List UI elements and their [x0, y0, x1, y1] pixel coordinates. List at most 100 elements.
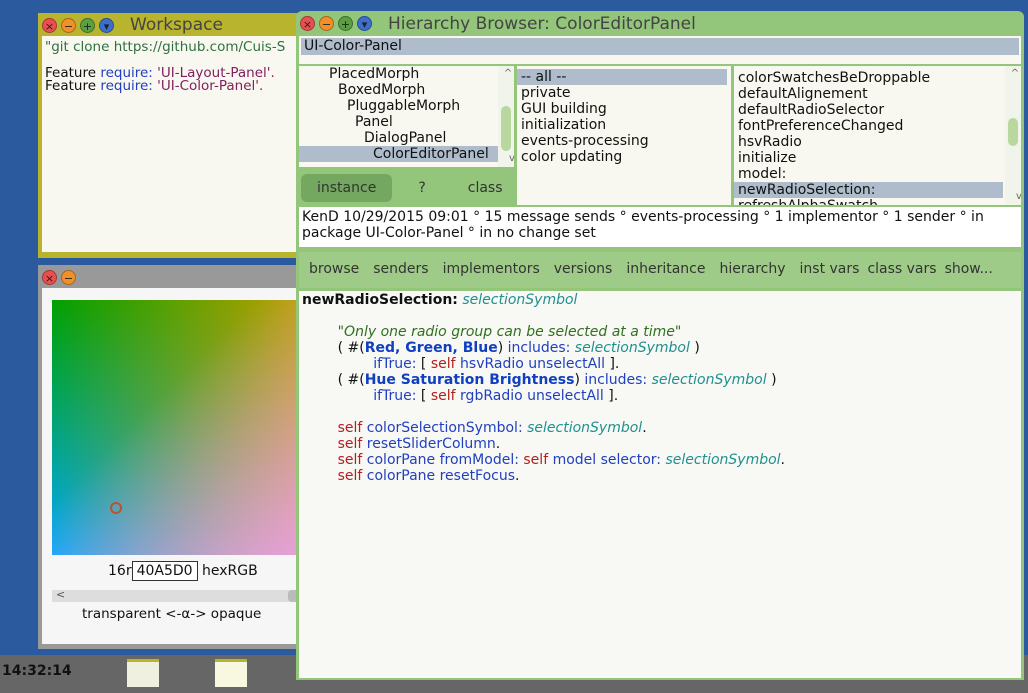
- class-hierarchy-list[interactable]: PlacedMorph BoxedMorph PluggableMorph Pa…: [299, 66, 514, 167]
- list-item[interactable]: BoxedMorph: [299, 82, 514, 98]
- list-item[interactable]: defaultRadioSelector: [734, 102, 1021, 118]
- alpha-slider[interactable]: <: [52, 588, 304, 602]
- implementors-button[interactable]: implementors: [443, 261, 540, 277]
- color-pane[interactable]: [52, 300, 304, 555]
- code-token: selectionSymbol: [665, 452, 781, 468]
- instance-toggle[interactable]: instance: [301, 173, 393, 202]
- maximize-icon[interactable]: +: [338, 16, 353, 31]
- info-line: package UI-Color-Panel ° in no change se…: [302, 225, 596, 241]
- code-token: colorSelectionSymbol:: [366, 420, 523, 436]
- code-token: Hue Saturation Brightness: [364, 372, 575, 388]
- browse-button[interactable]: browse: [309, 261, 359, 277]
- list-item[interactable]: color updating: [517, 149, 731, 165]
- workspace-window: × − + ▾ Workspace "git clone https://github…: [38, 13, 300, 258]
- workspace-text[interactable]: "git clone https://github.com/Cuis-S Fea…: [42, 36, 300, 252]
- color-editor-titlebar[interactable]: × −: [38, 265, 300, 289]
- hierarchy-button[interactable]: hierarchy: [720, 261, 786, 277]
- category-list[interactable]: -- all -- private GUI building initializ…: [517, 66, 731, 205]
- code-token: colorPane resetFocus: [366, 468, 516, 484]
- minimize-icon[interactable]: −: [319, 16, 334, 31]
- inst-vars-button[interactable]: inst vars: [800, 261, 860, 277]
- code-token: rgbRadio unselectAll: [460, 388, 604, 404]
- list-item[interactable]: defaultAlignement: [734, 86, 1021, 102]
- window-title: Workspace: [130, 15, 223, 35]
- menu-icon[interactable]: ▾: [357, 16, 372, 31]
- versions-button[interactable]: versions: [554, 261, 613, 277]
- code-token: self: [337, 468, 363, 484]
- alpha-label: transparent <-α-> opaque: [82, 606, 262, 622]
- code-token: ifTrue:: [373, 356, 417, 372]
- maximize-icon[interactable]: +: [80, 17, 95, 33]
- list-item-selected[interactable]: -- all --: [517, 69, 727, 85]
- color-picker-marker[interactable]: [110, 502, 122, 514]
- list-item[interactable]: colorSwatchesBeDroppable: [734, 70, 1021, 86]
- list-item[interactable]: DialogPanel: [299, 130, 514, 146]
- inheritance-button[interactable]: inheritance: [626, 261, 705, 277]
- list-item[interactable]: PlacedMorph: [299, 66, 514, 82]
- code-token: colorPane fromModel:: [366, 452, 519, 468]
- list-item[interactable]: fontPreferenceChanged: [734, 118, 1021, 134]
- code-token: require:: [100, 78, 153, 94]
- list-item[interactable]: private: [517, 85, 731, 101]
- minimize-icon[interactable]: −: [61, 17, 76, 33]
- hex-prefix: 16r: [108, 563, 132, 579]
- hex-input[interactable]: 40A5D0: [131, 561, 198, 581]
- senders-button[interactable]: senders: [373, 261, 428, 277]
- code-token: includes:: [584, 372, 648, 388]
- show-button[interactable]: show...: [945, 261, 993, 277]
- list-item[interactable]: events-processing: [517, 133, 731, 149]
- code-token: Red, Green, Blue: [364, 340, 498, 356]
- browser-titlebar[interactable]: × − + ▾ Hierarchy Browser: ColorEditorPanel: [296, 11, 1024, 36]
- info-line: KenD 10/29/2015 09:01 ° 15 message sends…: [302, 209, 984, 225]
- code-token: self: [523, 452, 549, 468]
- code-token: resetSliderColumn: [366, 436, 496, 452]
- hierarchy-browser-window: × − + ▾ Hierarchy Browser: ColorEditorPanel…: [296, 11, 1024, 680]
- code-token: Feature: [45, 78, 97, 94]
- code-editor[interactable]: newRadioSelection: selectionSymbol "Only…: [299, 291, 1021, 678]
- code-token: ifTrue:: [373, 388, 417, 404]
- hex-suffix: hexRGB: [202, 563, 258, 579]
- list-item-selected[interactable]: ColorEditorPanel: [299, 146, 498, 162]
- close-icon[interactable]: ×: [300, 16, 315, 31]
- color-editor-window: × − 16r 40A5D0 hexRGB < transparent <-α-> …: [38, 265, 304, 649]
- class-toggle[interactable]: class: [468, 180, 503, 196]
- code-token: self: [337, 420, 363, 436]
- color-editor-body: 16r 40A5D0 hexRGB < transparent <-α-> opa…: [42, 288, 304, 644]
- close-icon[interactable]: ×: [42, 269, 57, 285]
- code-token: selectionSymbol: [651, 372, 767, 388]
- code-token: model selector:: [552, 452, 662, 468]
- code-token: includes:: [507, 340, 571, 356]
- list-item[interactable]: initialization: [517, 117, 731, 133]
- code-token: selectionSymbol: [574, 340, 690, 356]
- menu-icon[interactable]: ▾: [99, 17, 114, 33]
- package-field[interactable]: UI-Color-Panel: [301, 38, 1019, 55]
- taskbar-thumb-workspace[interactable]: [215, 659, 247, 687]
- list-item[interactable]: Panel: [299, 114, 514, 130]
- list-item[interactable]: model:: [734, 166, 1021, 182]
- code-token: 'UI-Color-Panel'.: [157, 78, 264, 94]
- class-vars-button[interactable]: class vars: [867, 261, 936, 277]
- help-toggle[interactable]: ?: [418, 180, 425, 196]
- list-item[interactable]: GUI building: [517, 101, 731, 117]
- list-item-selected[interactable]: newRadioSelection:: [734, 182, 1003, 198]
- workspace-titlebar[interactable]: × − + ▾ Workspace: [38, 13, 300, 37]
- chevron-left-icon[interactable]: <: [56, 588, 65, 601]
- scrollbar[interactable]: ^ v: [1005, 66, 1021, 205]
- close-icon[interactable]: ×: [42, 17, 57, 33]
- code-token: self: [430, 388, 456, 404]
- code-token: self: [337, 436, 363, 452]
- minimize-icon[interactable]: −: [61, 269, 76, 285]
- method-info: KenD 10/29/2015 09:01 ° 15 message sends…: [299, 207, 1021, 247]
- code-token: self: [337, 452, 363, 468]
- list-item[interactable]: refreshAlphaSwatch: [734, 198, 1021, 205]
- list-item[interactable]: hsvRadio: [734, 134, 1021, 150]
- taskbar-thumb-browser[interactable]: [127, 659, 159, 687]
- method-list[interactable]: colorSwatchesBeDroppable defaultAligneme…: [734, 66, 1021, 205]
- scrollbar[interactable]: ^ v: [498, 66, 514, 167]
- clock: 14:32:14: [2, 663, 72, 679]
- code-comment: "Only one radio group can be selected at…: [337, 324, 682, 340]
- list-item[interactable]: initialize: [734, 150, 1021, 166]
- code-token: hsvRadio unselectAll: [460, 356, 605, 372]
- code-token: newRadioSelection:: [302, 292, 458, 308]
- list-item[interactable]: PluggableMorph: [299, 98, 514, 114]
